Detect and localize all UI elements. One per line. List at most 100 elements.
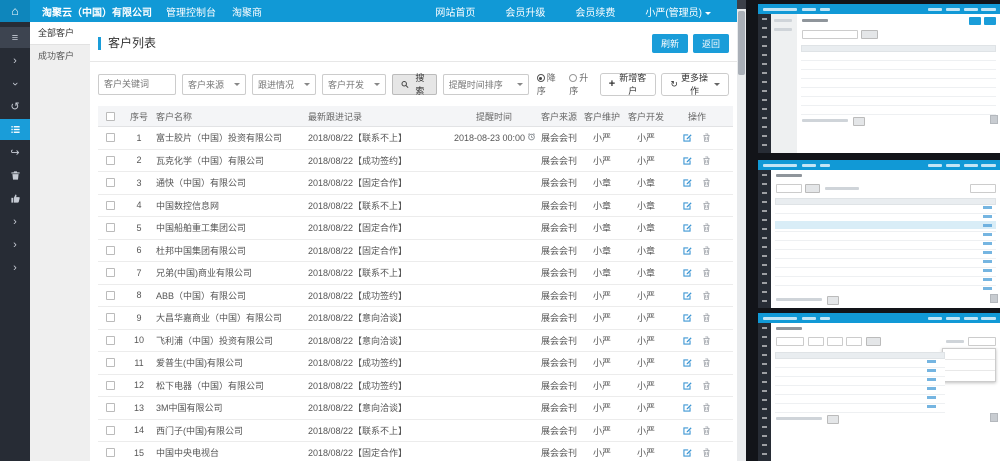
customer-list-icon[interactable] [0,119,30,140]
delete-icon[interactable] [701,155,712,166]
delete-icon[interactable] [701,447,712,458]
sidebar-item-success-customers[interactable]: 成功客户 [30,44,90,66]
menu-toggle-icon[interactable]: ≡ [0,27,30,48]
delete-icon[interactable] [701,357,712,368]
chevron-down-icon[interactable]: › [0,73,30,94]
row-checkbox[interactable] [106,223,115,232]
row-no: 7 [122,268,156,278]
delete-icon[interactable] [701,222,712,233]
delete-icon[interactable] [701,335,712,346]
chevron-right-icon[interactable]: › [0,234,30,255]
row-checkbox[interactable] [106,133,115,142]
delete-icon[interactable] [701,312,712,323]
screenshot-thumbnail-3[interactable] [758,313,1000,461]
refresh-button[interactable]: 刷新 [652,34,688,53]
chevron-right-icon[interactable]: › [0,257,30,278]
delete-icon[interactable] [701,267,712,278]
row-checkbox[interactable] [106,201,115,210]
row-checkbox[interactable] [106,381,115,390]
customer-name: ABB（中国）有限公司 [156,289,308,302]
delete-icon[interactable] [701,402,712,413]
sort-asc-radio[interactable]: 升序 [569,71,594,97]
row-checkbox[interactable] [106,178,115,187]
row-checkbox[interactable] [106,156,115,165]
edit-icon[interactable] [682,447,693,458]
source-select[interactable]: 客户来源 [182,74,246,95]
edit-icon[interactable] [682,357,693,368]
follow-status-select[interactable]: 跟进情况 [252,74,316,95]
user-menu[interactable]: 小严(管理员) [645,4,711,19]
row-checkbox[interactable] [106,268,115,277]
customer-keeper: 小章 [580,199,624,212]
row-checkbox[interactable] [106,336,115,345]
row-checkbox[interactable] [106,403,115,412]
edit-icon[interactable] [682,155,693,166]
back-button[interactable]: 返回 [693,34,729,53]
history-icon[interactable]: ↺ [0,96,30,117]
edit-icon[interactable] [682,222,693,233]
edit-icon[interactable] [682,177,693,188]
edit-icon[interactable] [682,267,693,278]
chevron-right-icon[interactable]: › [0,211,30,232]
top-menu-console[interactable]: 管理控制台 [166,4,216,19]
search-button[interactable]: 搜索 [392,74,437,95]
delete-icon[interactable] [701,380,712,391]
table-row: 12 松下电器（中国）有限公司 2018/08/22【成功签约】 展会会刊 小严… [98,375,733,398]
search-icon [401,80,409,89]
screenshot-thumbnail-1[interactable] [758,4,1000,153]
vertical-scrollbar[interactable] [737,0,746,461]
home-icon[interactable]: ⌂ [0,0,30,22]
row-checkbox[interactable] [106,246,115,255]
delete-icon[interactable] [701,200,712,211]
sort-desc-radio[interactable]: 降序 [537,71,562,97]
edit-icon[interactable] [682,425,693,436]
table-body: 1 富士胶片（中国）投资有限公司 2018/08/22【联系不上】 2018-0… [98,127,733,461]
developer-select[interactable]: 客户开发 [322,74,386,95]
edit-icon[interactable] [682,335,693,346]
col-header-actions: 操作 [668,110,726,123]
row-checkbox[interactable] [106,358,115,367]
chevron-right-icon[interactable]: › [0,50,30,71]
delete-icon[interactable] [701,132,712,143]
delete-icon[interactable] [701,425,712,436]
screenshot-thumbnail-2[interactable] [758,160,1000,308]
delete-icon[interactable] [701,177,712,188]
table-row: 15 中国中央电视台 2018/08/22【固定合作】 展会会刊 小严 小严 [98,442,733,461]
logout-icon[interactable]: ↪ [0,142,30,163]
delete-icon[interactable] [701,245,712,256]
row-checkbox[interactable] [106,448,115,457]
scrollbar-thumb[interactable] [738,11,745,75]
customer-table: 序号 客户名称 最新跟进记录 提醒时间 客户来源 客户维护 客户开发 操作 1 … [90,106,737,461]
scroll-up-icon[interactable] [737,0,746,9]
keyword-input[interactable] [98,74,176,95]
remind-sort-select[interactable]: 提醒时间排序 [443,74,529,95]
top-menu-member-renew[interactable]: 会员续费 [575,4,615,19]
top-menu-member-upgrade[interactable]: 会员升级 [505,4,545,19]
edit-icon[interactable] [682,380,693,391]
table-row: 14 西门子(中国)有限公司 2018/08/22【联系不上】 展会会刊 小严 … [98,420,733,443]
sidebar-item-all-customers[interactable]: 全部客户 [30,22,90,44]
row-checkbox[interactable] [106,313,115,322]
select-all-checkbox[interactable] [106,112,115,121]
edit-icon[interactable] [682,200,693,211]
edit-icon[interactable] [682,290,693,301]
more-actions-button[interactable]: ↻更多操作 [661,73,729,96]
delete-icon[interactable] [701,290,712,301]
trash-icon[interactable] [0,165,30,186]
mini-icon-rail [758,14,771,153]
icon-rail: ≡ › › ↺ ↪ › › › [0,22,30,461]
row-checkbox[interactable] [106,426,115,435]
edit-icon[interactable] [682,312,693,323]
thumbs-up-icon[interactable] [0,188,30,209]
row-checkbox[interactable] [106,291,115,300]
row-no: 11 [122,358,156,368]
latest-record: 2018/08/22【联系不上】 [308,424,450,437]
row-no: 9 [122,313,156,323]
edit-icon[interactable] [682,402,693,413]
top-menu-website-home[interactable]: 网站首页 [435,4,475,19]
add-customer-button[interactable]: +新增客户 [600,73,657,96]
edit-icon[interactable] [682,245,693,256]
top-menu-shop[interactable]: 淘聚商 [232,4,262,19]
col-header-developer: 客户开发 [624,110,668,123]
edit-icon[interactable] [682,132,693,143]
